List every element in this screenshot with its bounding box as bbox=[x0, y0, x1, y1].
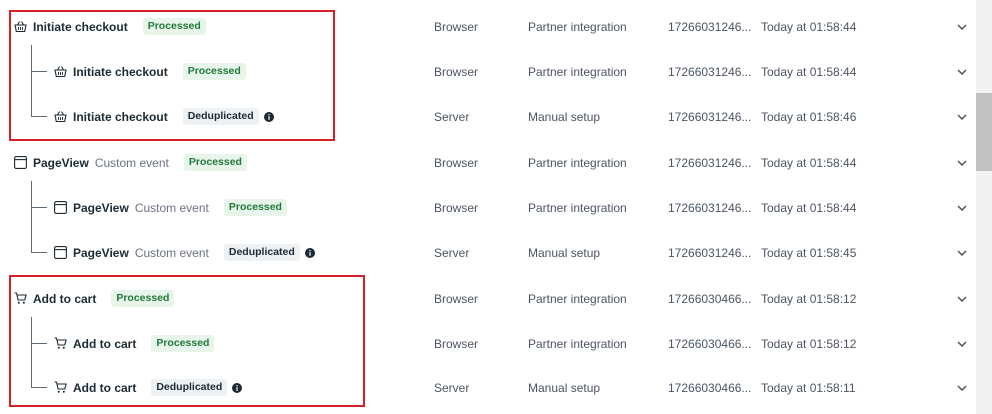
event-name-cell: Initiate checkout Processed bbox=[54, 49, 246, 94]
event-row[interactable]: PageView Custom event Processed Browser … bbox=[0, 140, 975, 185]
info-icon[interactable] bbox=[263, 111, 274, 122]
timestamp-cell: Today at 01:58:44 bbox=[761, 19, 857, 34]
event-row[interactable]: Add to cart Deduplicated Server Manual s… bbox=[0, 342, 975, 410]
event-name: PageView bbox=[73, 245, 129, 260]
source-cell: Server bbox=[434, 109, 470, 124]
chevron-down-icon[interactable] bbox=[957, 185, 967, 230]
setup-method-cell: Partner integration bbox=[528, 64, 627, 79]
timestamp-cell: Today at 01:58:44 bbox=[761, 200, 857, 215]
event-name: Add to cart bbox=[73, 380, 137, 395]
custom-event-label: Custom event bbox=[134, 245, 209, 260]
event-name-cell: Initiate checkout Processed bbox=[14, 4, 206, 49]
scrollbar-thumb[interactable] bbox=[976, 93, 992, 171]
event-name: PageView bbox=[73, 200, 129, 215]
source-cell: Browser bbox=[434, 291, 479, 306]
event-name: Initiate checkout bbox=[33, 19, 128, 34]
chevron-down-icon[interactable] bbox=[957, 230, 967, 275]
chevron-down-icon[interactable] bbox=[957, 276, 967, 321]
custom-event-label: Custom event bbox=[94, 155, 169, 170]
event-name: Add to cart bbox=[33, 291, 97, 306]
timestamp-cell: Today at 01:58:12 bbox=[761, 291, 857, 306]
source-cell: Browser bbox=[434, 200, 479, 215]
event-row[interactable]: Initiate checkout Processed Browser Part… bbox=[0, 45, 975, 94]
cart-icon bbox=[14, 292, 27, 305]
browser-window-icon bbox=[54, 246, 67, 259]
setup-method-cell: Partner integration bbox=[528, 291, 627, 306]
event-name-cell: Add to cart Deduplicated bbox=[54, 365, 243, 410]
status-badge: Processed bbox=[111, 290, 175, 307]
setup-method-cell: Manual setup bbox=[528, 109, 601, 124]
timestamp-cell: Today at 01:58:45 bbox=[761, 245, 857, 260]
event-row[interactable]: Add to cart Processed Browser Partner in… bbox=[0, 276, 975, 321]
status-badge: Deduplicated bbox=[223, 244, 300, 261]
event-id-cell: 17266031246... bbox=[668, 109, 752, 124]
event-row[interactable]: Add to cart Processed Browser Partner in… bbox=[0, 317, 975, 366]
event-row[interactable]: Initiate checkout Deduplicated Server Ma… bbox=[0, 71, 975, 139]
event-name: Initiate checkout bbox=[73, 109, 168, 124]
basket-icon bbox=[14, 20, 27, 33]
browser-window-icon bbox=[14, 156, 27, 169]
event-id-cell: 17266031246... bbox=[668, 200, 752, 215]
event-id-cell: 17266031246... bbox=[668, 245, 752, 260]
setup-method-cell: Partner integration bbox=[528, 336, 627, 351]
chevron-down-icon[interactable] bbox=[957, 49, 967, 94]
basket-icon bbox=[54, 65, 67, 78]
status-badge: Processed bbox=[182, 63, 246, 80]
basket-icon bbox=[54, 110, 67, 123]
source-cell: Browser bbox=[434, 19, 479, 34]
status-badge: Processed bbox=[151, 335, 215, 352]
event-name-cell: Add to cart Processed bbox=[54, 321, 215, 366]
setup-method-cell: Manual setup bbox=[528, 380, 601, 395]
browser-window-icon bbox=[54, 201, 67, 214]
status-badge: Processed bbox=[183, 154, 247, 171]
source-cell: Browser bbox=[434, 155, 479, 170]
source-cell: Browser bbox=[434, 336, 479, 351]
chevron-down-icon[interactable] bbox=[957, 321, 967, 366]
event-id-cell: 17266030466... bbox=[668, 336, 752, 351]
chevron-down-icon[interactable] bbox=[957, 94, 967, 139]
source-cell: Browser bbox=[434, 64, 479, 79]
event-row[interactable]: PageView Custom event Processed Browser … bbox=[0, 181, 975, 230]
setup-method-cell: Manual setup bbox=[528, 245, 601, 260]
source-cell: Server bbox=[434, 245, 470, 260]
event-id-cell: 17266031246... bbox=[668, 19, 752, 34]
status-badge: Processed bbox=[142, 18, 206, 35]
chevron-down-icon[interactable] bbox=[957, 4, 967, 49]
event-name: PageView bbox=[33, 155, 89, 170]
chevron-down-icon[interactable] bbox=[957, 365, 967, 410]
timestamp-cell: Today at 01:58:11 bbox=[761, 380, 856, 395]
source-cell: Server bbox=[434, 380, 470, 395]
custom-event-label: Custom event bbox=[134, 200, 209, 215]
status-badge: Processed bbox=[223, 199, 287, 216]
timestamp-cell: Today at 01:58:46 bbox=[761, 109, 857, 124]
event-name-cell: PageView Custom event Processed bbox=[14, 140, 247, 185]
cart-icon bbox=[54, 381, 67, 394]
vertical-scrollbar[interactable] bbox=[976, 0, 992, 414]
cart-icon bbox=[54, 337, 67, 350]
chevron-down-icon[interactable] bbox=[957, 140, 967, 185]
event-name-cell: Initiate checkout Deduplicated bbox=[54, 94, 274, 139]
event-name-cell: PageView Custom event Deduplicated bbox=[54, 230, 315, 275]
setup-method-cell: Partner integration bbox=[528, 155, 627, 170]
event-name-cell: Add to cart Processed bbox=[14, 276, 175, 321]
status-badge: Deduplicated bbox=[151, 379, 228, 396]
timestamp-cell: Today at 01:58:44 bbox=[761, 155, 857, 170]
info-icon[interactable] bbox=[232, 382, 243, 393]
status-badge: Deduplicated bbox=[182, 108, 259, 125]
event-id-cell: 17266030466... bbox=[668, 291, 752, 306]
setup-method-cell: Partner integration bbox=[528, 19, 627, 34]
event-id-cell: 17266030466... bbox=[668, 380, 752, 395]
setup-method-cell: Partner integration bbox=[528, 200, 627, 215]
event-row[interactable]: PageView Custom event Deduplicated Serve… bbox=[0, 207, 975, 275]
event-row[interactable]: Initiate checkout Processed Browser Part… bbox=[0, 4, 975, 49]
event-id-cell: 17266031246... bbox=[668, 64, 752, 79]
event-name: Add to cart bbox=[73, 336, 137, 351]
info-icon[interactable] bbox=[304, 247, 315, 258]
timestamp-cell: Today at 01:58:12 bbox=[761, 336, 857, 351]
event-name: Initiate checkout bbox=[73, 64, 168, 79]
timestamp-cell: Today at 01:58:44 bbox=[761, 64, 857, 79]
event-name-cell: PageView Custom event Processed bbox=[54, 185, 287, 230]
event-id-cell: 17266031246... bbox=[668, 155, 752, 170]
